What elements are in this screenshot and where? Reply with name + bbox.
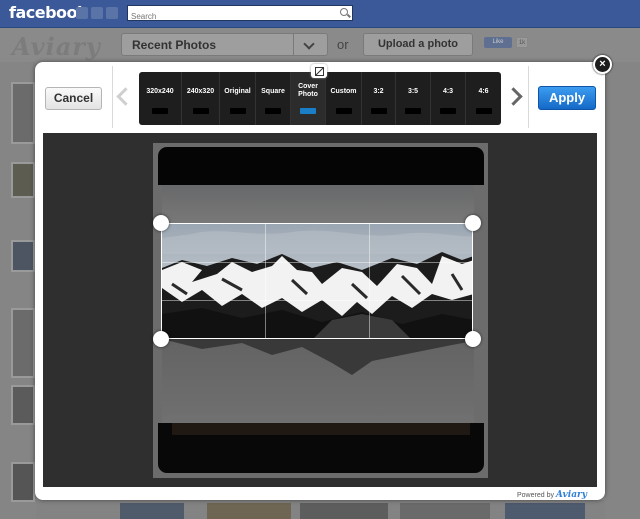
crop-selection[interactable] (161, 223, 473, 339)
apply-button[interactable]: Apply (538, 86, 596, 110)
crop-preset-3-2[interactable]: 3:2 (362, 72, 396, 125)
crop-dim-bottom (153, 339, 488, 478)
powered-by: Powered by Aviary (517, 490, 587, 500)
crop-dim-top (153, 143, 488, 223)
gallery-right-column (605, 62, 640, 519)
facebook-top-bar: facebook (0, 0, 640, 28)
crop-preset-4-6[interactable]: 4:6 (466, 72, 501, 125)
gallery-thumbnail[interactable] (120, 503, 184, 519)
gallery-thumbnail[interactable] (207, 503, 291, 519)
gallery-thumbnail[interactable] (300, 503, 388, 519)
toolbar-divider (112, 66, 113, 128)
gallery-thumbnail[interactable] (11, 82, 35, 144)
crop-preset-custom[interactable]: Custom (326, 72, 362, 125)
crop-preset-strip: 320x240 240x320 Original Square Cover Ph… (139, 72, 501, 125)
close-icon[interactable]: × (593, 55, 612, 74)
toolbar-divider (528, 66, 529, 128)
crop-grid-line (162, 300, 472, 301)
crop-grid-line (162, 262, 472, 263)
preset-label: 3:5 (407, 88, 419, 95)
crop-handle-bottom-right[interactable] (465, 331, 481, 347)
chevron-down-icon[interactable] (293, 34, 327, 55)
preset-label: Cover Photo (298, 83, 318, 98)
crop-preset-240x320[interactable]: 240x320 (182, 72, 220, 125)
cancel-button[interactable]: Cancel (45, 87, 102, 110)
crop-handle-bottom-left[interactable] (153, 331, 169, 347)
preset-label: 4:6 (478, 88, 489, 95)
crop-preset-original[interactable]: Original (220, 72, 256, 125)
gallery-thumbnail[interactable] (505, 503, 585, 519)
preset-indicator (152, 108, 168, 114)
crop-preset-320x240[interactable]: 320x240 (139, 72, 182, 125)
preset-label: 3:2 (373, 88, 384, 95)
facebook-jewel-icons (76, 7, 118, 19)
preset-label: 240x320 (186, 88, 215, 95)
facebook-search-box (127, 5, 353, 24)
crop-dim-right (473, 223, 488, 339)
preset-label: 4:3 (442, 88, 454, 95)
preset-indicator (440, 108, 456, 114)
like-count: 1k (516, 37, 528, 48)
like-button[interactable]: Like (484, 37, 512, 48)
facebook-search-input[interactable] (128, 9, 334, 24)
gallery-thumbnail[interactable] (11, 308, 35, 378)
gallery-thumbnail[interactable] (11, 462, 35, 502)
crop-preset-cover-photo[interactable]: Cover Photo (291, 72, 326, 125)
preset-indicator (405, 108, 421, 114)
gallery-thumbnail[interactable] (11, 385, 35, 425)
album-select-label: Recent Photos (132, 38, 217, 52)
friends-icon[interactable] (76, 7, 88, 19)
or-text: or (337, 37, 349, 52)
preset-indicator (265, 108, 281, 114)
mountain-photo (162, 224, 472, 338)
preset-indicator (192, 108, 209, 114)
aviary-logo: Aviary (12, 32, 101, 61)
crop-handle-top-left[interactable] (153, 215, 169, 231)
preset-indicator (229, 108, 246, 114)
aviary-brand[interactable]: Aviary (556, 490, 587, 500)
crop-icon (311, 64, 327, 78)
preset-label: Custom (330, 88, 357, 95)
gallery-thumbnail[interactable] (11, 162, 35, 198)
crop-preset-4-3[interactable]: 4:3 (431, 72, 466, 125)
messages-icon[interactable] (91, 7, 103, 19)
crop-dim-left (153, 223, 161, 339)
preset-indicator-active (300, 108, 316, 114)
preset-label: Square (261, 88, 285, 95)
crop-handle-top-right[interactable] (465, 215, 481, 231)
preset-label: 320x240 (146, 88, 174, 95)
notifications-icon[interactable] (106, 7, 118, 19)
crop-preset-square[interactable]: Square (256, 72, 291, 125)
crop-grid-line (369, 224, 370, 338)
gallery-thumbnail[interactable] (400, 503, 490, 519)
preset-indicator (370, 108, 387, 114)
album-select[interactable]: Recent Photos (121, 33, 328, 56)
gallery-thumbnail[interactable] (11, 240, 35, 272)
crop-grid-line (265, 224, 266, 338)
preset-indicator (475, 108, 492, 114)
powered-by-label: Powered by (517, 492, 554, 499)
preset-label: Original (224, 88, 251, 95)
search-icon[interactable] (340, 8, 348, 16)
preset-indicator (335, 108, 352, 114)
upload-photo-button[interactable]: Upload a photo (363, 33, 473, 56)
crop-preset-3-5[interactable]: 3:5 (396, 72, 431, 125)
